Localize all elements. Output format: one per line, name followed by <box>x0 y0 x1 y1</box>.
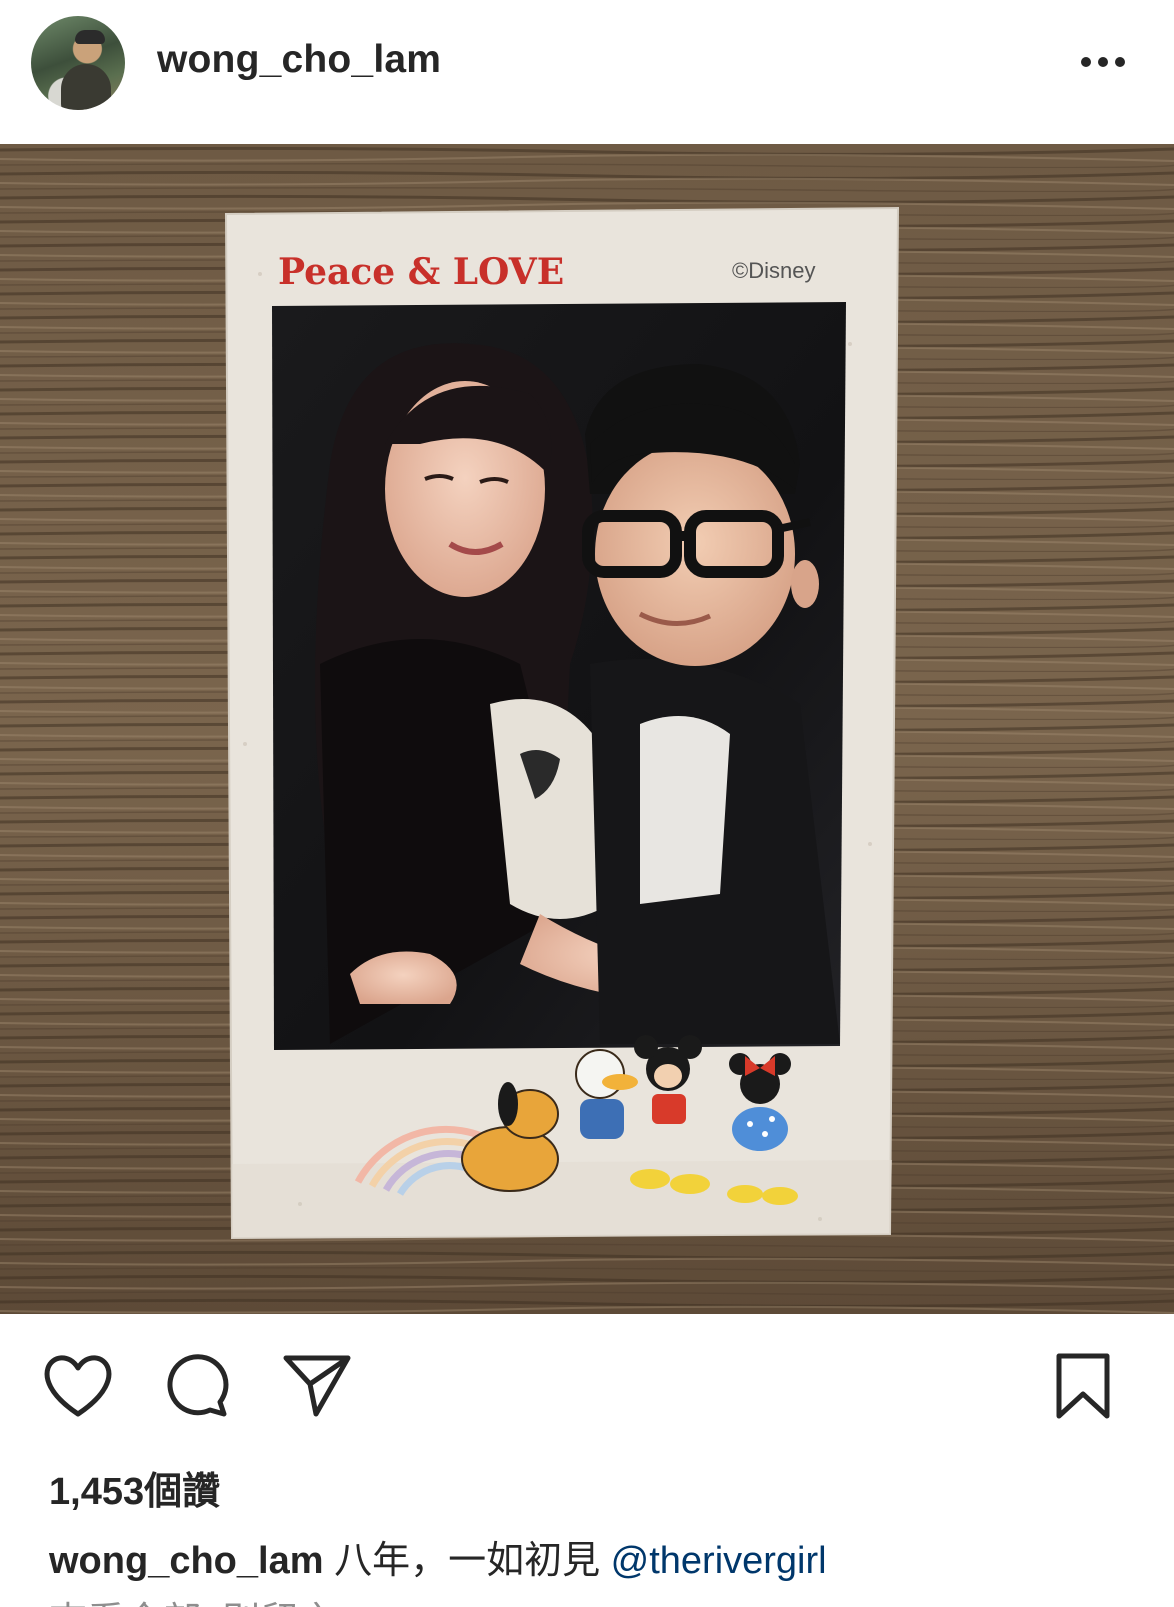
caption-text: 八年，一如初見 <box>334 1540 601 1582</box>
view-all-comments-link[interactable]: 查看全部2則留言 <box>49 1590 336 1607</box>
post-photo[interactable]: Peace & LOVE ©Disney <box>0 144 1174 1314</box>
heart-icon[interactable] <box>42 1352 114 1418</box>
caption-mention[interactable]: @therivergirl <box>611 1540 827 1582</box>
polaroid-brand: ©Disney <box>732 258 815 283</box>
polaroid-card: Peace & LOVE ©Disney <box>224 206 900 1240</box>
post-caption: wong_cho_lam 八年，一如初見 @therivergirl <box>49 1529 827 1584</box>
instagram-post: wong_cho_lam Peace & LOVE ©Disney 1,453個… <box>0 0 1174 1607</box>
post-actions-bar <box>0 1314 1174 1444</box>
post-username[interactable]: wong_cho_lam <box>157 38 441 82</box>
avatar-cap <box>75 30 105 44</box>
likes-count[interactable]: 1,453個讚 <box>49 1460 220 1515</box>
caption-username[interactable]: wong_cho_lam <box>49 1540 324 1582</box>
polaroid-title: Peace & LOVE <box>278 251 564 293</box>
profile-avatar[interactable] <box>31 16 125 110</box>
photo-canvas: Peace & LOVE ©Disney <box>0 144 1174 1314</box>
comment-bubble-icon[interactable] <box>164 1352 230 1418</box>
avatar-body <box>61 64 111 110</box>
post-header: wong_cho_lam <box>0 0 1174 144</box>
paper-plane-icon[interactable] <box>282 1352 352 1418</box>
more-options-icon[interactable] <box>1080 54 1126 70</box>
bookmark-icon[interactable] <box>1054 1352 1112 1420</box>
